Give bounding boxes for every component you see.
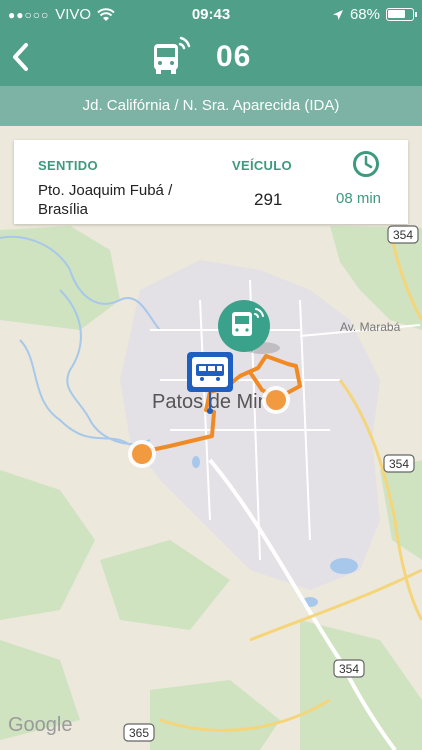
route-start-marker[interactable] [128, 440, 156, 468]
road-shield-365: 365 [123, 723, 155, 742]
back-button[interactable] [6, 40, 36, 74]
svg-text:354: 354 [339, 662, 359, 676]
bus-wifi-icon [154, 36, 191, 74]
svg-text:354: 354 [389, 457, 409, 471]
location-arrow-icon [332, 9, 343, 20]
avenue-label: Av. Marabá [340, 320, 401, 334]
road-shield-354-mid: 354 [383, 454, 415, 473]
status-bar: ●●○○○ VIVO 09:43 68% [0, 0, 422, 30]
vehicle-number: 291 [254, 190, 283, 209]
battery-percent: 68% [349, 6, 380, 23]
route-name: Jd. Califórnia / N. Sra. Aparecida (IDA) [0, 86, 422, 126]
svg-text:365: 365 [129, 726, 149, 740]
vehicle-label: VEÍCULO [232, 158, 292, 173]
svg-text:354: 354 [393, 228, 413, 242]
direction-value-line2: Brasília [38, 201, 89, 218]
direction-label: SENTIDO [38, 158, 98, 173]
route-number: 06 [216, 40, 252, 73]
road-shield-354-bottom: 354 [333, 659, 365, 678]
info-card: SENTIDO Pto. Joaquim Fubá / Brasília VEÍ… [14, 140, 408, 224]
road-shield-354-top: 354 [387, 225, 419, 244]
eta-value: 08 min [336, 190, 382, 207]
status-right: 68% [332, 6, 417, 23]
route-end-marker[interactable] [262, 386, 290, 414]
header-bar: 06 [0, 30, 422, 86]
battery-icon [386, 8, 417, 21]
direction-value-line1: Pto. Joaquim Fubá / [38, 182, 173, 199]
clock-icon [353, 151, 379, 177]
google-attribution: Google [8, 714, 73, 736]
